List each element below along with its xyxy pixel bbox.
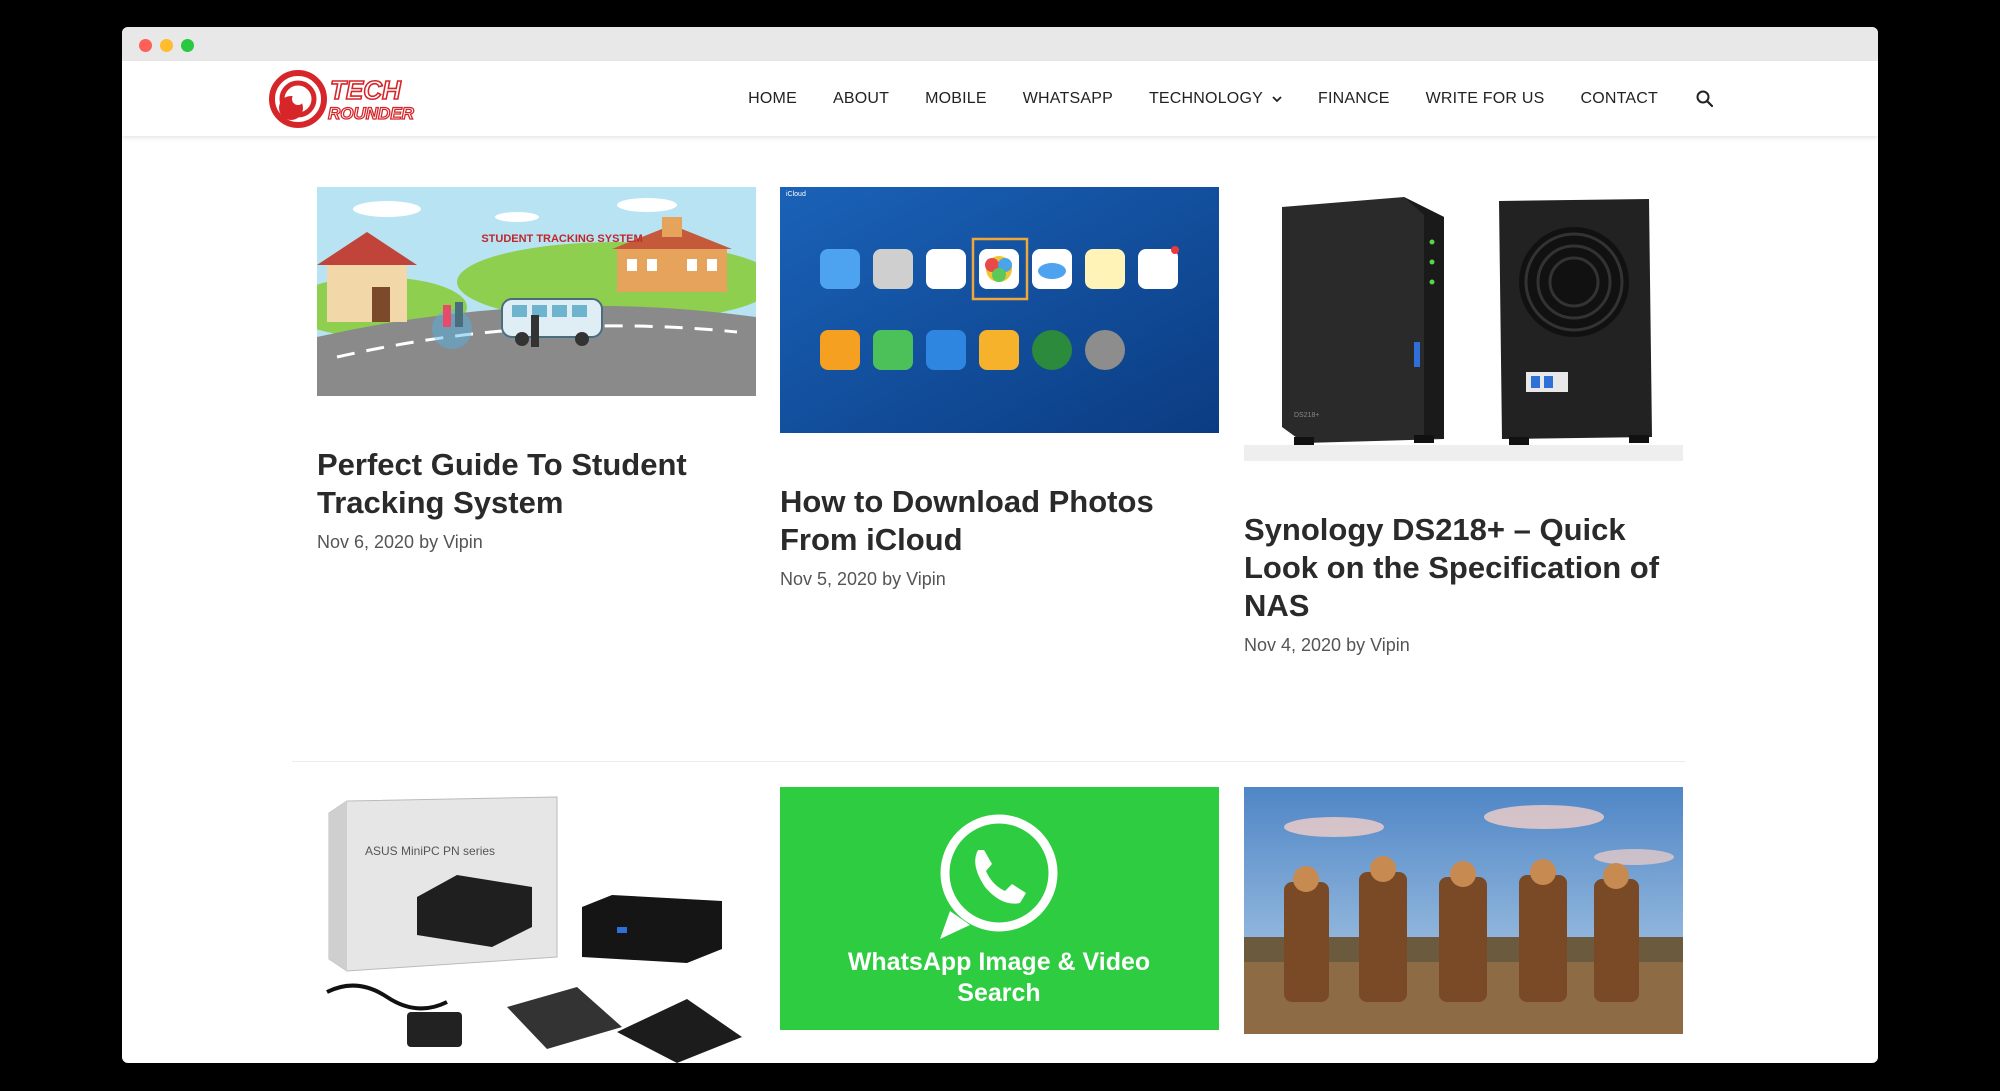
logo-line1: TECH	[330, 75, 402, 105]
thumbnail-text-line1: WhatsApp Image & Video	[848, 948, 1150, 976]
post-author[interactable]: Vipin	[1370, 635, 1410, 655]
post-thumbnail-power-armor[interactable]	[1244, 787, 1683, 1034]
minimize-window-button[interactable]	[160, 39, 173, 52]
post-title[interactable]: Perfect Guide To Student Tracking System	[317, 446, 756, 522]
post-title[interactable]: Synology DS218+ – Quick Look on the Spec…	[1244, 511, 1683, 625]
thumbnail-text: iCloud	[786, 191, 806, 198]
nav-write-for-us[interactable]: WRITE FOR US	[1426, 90, 1545, 108]
site-logo[interactable]: TECH ROUNDER	[268, 70, 443, 128]
post-card: iCloud How to Download Photos From iClou…	[780, 187, 1219, 590]
nav-whatsapp[interactable]: WHATSAPP	[1023, 90, 1113, 108]
nav-about[interactable]: ABOUT	[833, 90, 889, 108]
thumbnail-text: ASUS MiniPC PN series	[365, 844, 495, 858]
post-by: by	[1346, 635, 1366, 655]
browser-window: TECH ROUNDER HOME ABOUT MOBILE WHATSAPP …	[122, 27, 1878, 1063]
post-thumbnail-synology[interactable]: DS218+	[1244, 187, 1683, 461]
nav-finance[interactable]: FINANCE	[1318, 90, 1390, 108]
nav-mobile-label: MOBILE	[925, 89, 987, 107]
nav-mobile[interactable]: MOBILE	[925, 90, 987, 108]
post-meta: Nov 6, 2020 by Vipin	[317, 532, 756, 553]
post-card: ASUS MiniPC PN series	[317, 787, 756, 1063]
nav-technology[interactable]: TECHNOLOGY	[1149, 90, 1282, 108]
post-author[interactable]: Vipin	[443, 532, 483, 552]
post-card: STUDENT TRACKING SYSTEM Perfect Guide To…	[317, 187, 756, 553]
logo-line2: ROUNDER	[328, 104, 415, 123]
post-date[interactable]: Nov 5, 2020	[780, 569, 877, 589]
nav-finance-label: FINANCE	[1317, 89, 1390, 107]
main-nav: HOME ABOUT MOBILE WHATSAPP TECHNOLOGY FI…	[712, 61, 1713, 136]
post-card	[1244, 787, 1683, 1034]
post-meta: Nov 5, 2020 by Vipin	[780, 569, 1219, 590]
post-thumbnail-asus-minipc[interactable]: ASUS MiniPC PN series	[317, 787, 756, 1063]
nav-contact-label: CONTACT	[1580, 89, 1658, 107]
post-card: WhatsApp Image & Video Search	[780, 787, 1219, 1030]
post-by: by	[419, 532, 439, 552]
post-meta: Nov 4, 2020 by Vipin	[1244, 635, 1683, 656]
thumbnail-text: DS218+	[1294, 412, 1320, 419]
post-card: DS218+ Synology DS218+ – Quick Look on t…	[1244, 187, 1683, 656]
post-thumbnail-student-tracking[interactable]: STUDENT TRACKING SYSTEM	[317, 187, 756, 396]
nav-home[interactable]: HOME	[748, 90, 797, 108]
close-window-button[interactable]	[139, 39, 152, 52]
thumbnail-text: STUDENT TRACKING SYSTEM	[481, 233, 642, 245]
nav-contact[interactable]: CONTACT	[1580, 90, 1658, 108]
post-thumbnail-icloud[interactable]: iCloud	[780, 187, 1219, 433]
nav-technology-label: TECHNOLOGY	[1148, 89, 1263, 107]
chevron-down-icon	[1272, 90, 1282, 108]
nav-home-label: HOME	[748, 89, 797, 107]
window-titlebar	[122, 27, 1878, 61]
search-icon[interactable]	[1696, 90, 1713, 107]
post-date[interactable]: Nov 4, 2020	[1244, 635, 1341, 655]
post-author[interactable]: Vipin	[906, 569, 946, 589]
nav-about-label: ABOUT	[832, 89, 890, 107]
site-header: TECH ROUNDER HOME ABOUT MOBILE WHATSAPP …	[122, 61, 1878, 136]
nav-write-for-us-label: WRITE FOR US	[1425, 89, 1545, 107]
nav-whatsapp-label: WHATSAPP	[1022, 89, 1113, 107]
post-date[interactable]: Nov 6, 2020	[317, 532, 414, 552]
row-divider	[292, 761, 1685, 762]
thumbnail-text-line2: Search	[957, 979, 1040, 1007]
post-by: by	[882, 569, 902, 589]
zoom-window-button[interactable]	[181, 39, 194, 52]
post-title[interactable]: How to Download Photos From iCloud	[780, 483, 1219, 559]
post-thumbnail-whatsapp[interactable]: WhatsApp Image & Video Search	[780, 787, 1219, 1030]
